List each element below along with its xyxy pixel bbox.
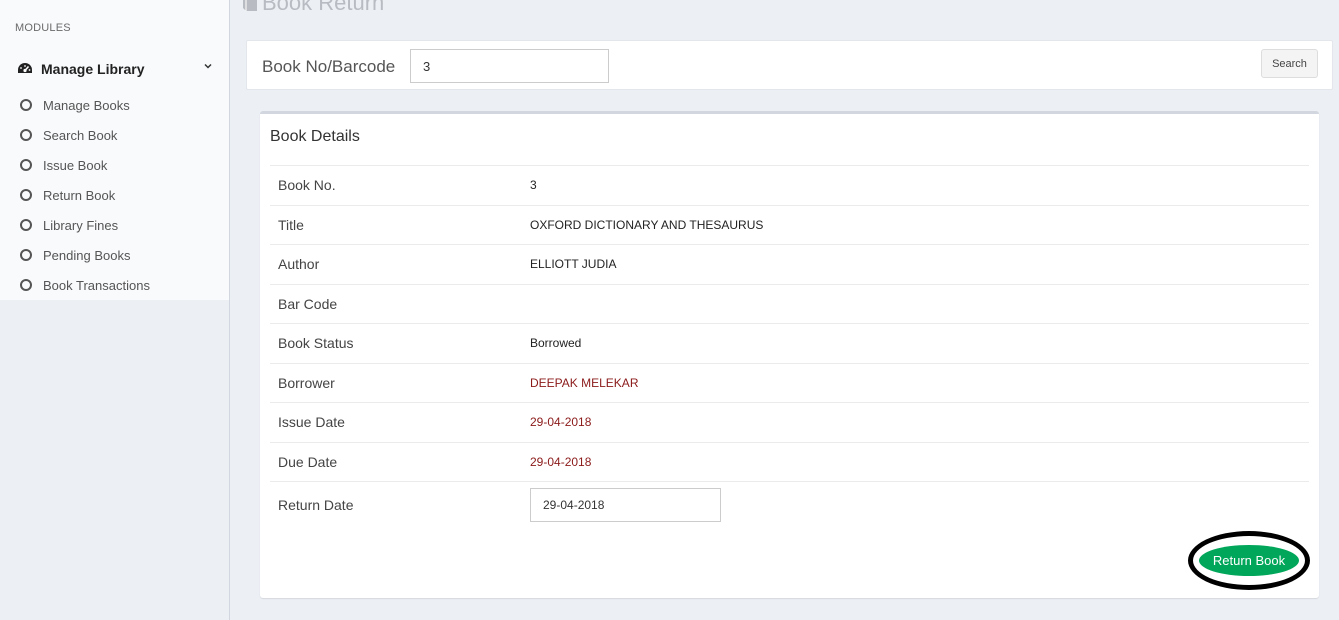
table-row: Title OXFORD DICTIONARY AND THESAURUS bbox=[270, 205, 1309, 245]
sidebar-item-label: Pending Books bbox=[43, 247, 131, 263]
circle-icon bbox=[20, 189, 32, 201]
row-key: Due Date bbox=[278, 453, 338, 470]
table-row: Return Date bbox=[270, 481, 1309, 529]
book-details-title: Book Details bbox=[270, 128, 360, 145]
row-key: Issue Date bbox=[278, 414, 345, 431]
search-panel: Book No/Barcode Search bbox=[246, 40, 1333, 90]
row-value: ELLIOTT JUDIA bbox=[530, 257, 617, 272]
circle-icon bbox=[20, 159, 32, 171]
circle-icon bbox=[20, 279, 32, 291]
sidebar-item-search-book[interactable]: Search Book bbox=[0, 120, 229, 150]
book-icon bbox=[243, 0, 257, 11]
row-value bbox=[530, 284, 1309, 324]
return-date-input[interactable] bbox=[530, 488, 721, 523]
return-book-button[interactable]: Return Book bbox=[1199, 545, 1299, 576]
sidebar-item-label: Manage Books bbox=[43, 97, 130, 113]
row-value: OXFORD DICTIONARY AND THESAURUS bbox=[530, 217, 764, 232]
sidebar-item-manage-books[interactable]: Manage Books bbox=[0, 90, 229, 120]
table-row: Issue Date 29-04-2018 bbox=[270, 402, 1309, 443]
table-row: Due Date 29-04-2018 bbox=[270, 442, 1309, 482]
row-key: Author bbox=[278, 256, 320, 273]
book-details-table: Book No. 3 Title OXFORD DICTIONARY AND T… bbox=[270, 165, 1309, 529]
circle-icon bbox=[20, 249, 32, 261]
row-key: Borrower bbox=[278, 374, 335, 391]
sidebar-item-return-book[interactable]: Return Book bbox=[0, 180, 229, 210]
circle-icon bbox=[20, 219, 32, 231]
book-no-label: Book No/Barcode bbox=[262, 57, 396, 76]
table-row: Book No. 3 bbox=[270, 165, 1309, 206]
sidebar-item-label: Library Fines bbox=[43, 217, 119, 233]
table-row: Book Status Borrowed bbox=[270, 323, 1309, 364]
page-title: Book Return bbox=[240, 0, 384, 15]
row-key: Bar Code bbox=[278, 295, 338, 312]
table-row: Bar Code bbox=[270, 284, 1309, 324]
row-value: Borrowed bbox=[530, 336, 582, 351]
table-row: Borrower DEEPAK MELEKAR bbox=[270, 363, 1309, 403]
sidebar-item-library-fines[interactable]: Library Fines bbox=[0, 210, 229, 240]
search-button[interactable]: Search bbox=[1261, 49, 1318, 78]
sidebar-item-label: Book Transactions bbox=[43, 277, 150, 293]
sidebar-item-manage-library[interactable]: Manage Library bbox=[0, 52, 229, 86]
chevron-down-icon bbox=[204, 63, 212, 69]
page-title-text: Book Return bbox=[262, 0, 385, 15]
dashboard-icon bbox=[18, 63, 32, 73]
due-date-value: 29-04-2018 bbox=[530, 454, 592, 469]
book-no-input[interactable] bbox=[410, 49, 609, 83]
row-key: Title bbox=[278, 216, 304, 233]
row-value bbox=[530, 482, 1309, 529]
sidebar-item-issue-book[interactable]: Issue Book bbox=[0, 150, 229, 180]
circle-icon bbox=[20, 129, 32, 141]
row-key: Book Status bbox=[278, 335, 354, 352]
book-details-panel: Book Details Book No. 3 Title OXFORD DIC… bbox=[260, 111, 1319, 598]
table-row: Author ELLIOTT JUDIA bbox=[270, 244, 1309, 285]
row-value: 3 bbox=[530, 178, 537, 193]
issue-date-value: 29-04-2018 bbox=[530, 415, 592, 430]
row-key: Return Date bbox=[278, 497, 354, 514]
sidebar-item-pending-books[interactable]: Pending Books bbox=[0, 240, 229, 270]
sidebar-item-label: Manage Library bbox=[41, 61, 145, 77]
row-key: Book No. bbox=[278, 177, 336, 194]
borrower-value: DEEPAK MELEKAR bbox=[530, 375, 639, 390]
circle-icon bbox=[20, 99, 32, 111]
submenu: Manage Books Search Book Issue Book Retu… bbox=[0, 90, 229, 300]
modules-header: MODULES bbox=[15, 22, 71, 34]
sidebar-item-book-transactions[interactable]: Book Transactions bbox=[0, 270, 229, 300]
sidebar-item-label: Issue Book bbox=[43, 157, 108, 173]
sidebar-item-label: Return Book bbox=[43, 187, 116, 203]
sidebar-empty-area bbox=[0, 300, 229, 620]
sidebar-item-label: Search Book bbox=[43, 127, 118, 143]
sidebar: MODULES Manage Library Manage Books Sear… bbox=[0, 0, 230, 620]
